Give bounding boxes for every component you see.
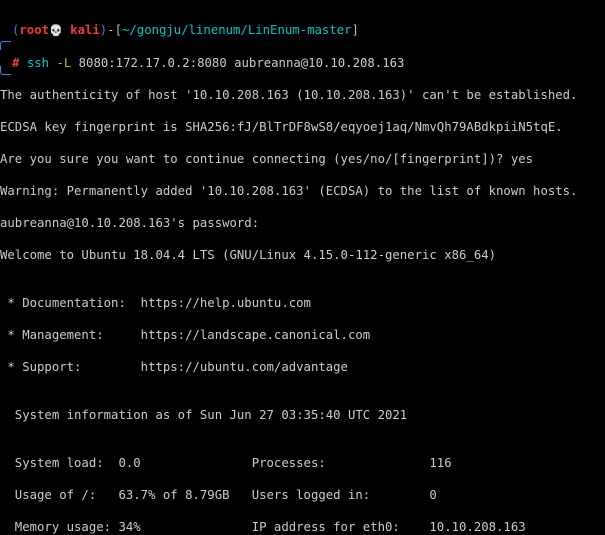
command-line-1: # ssh -L 8080:172.17.0.2:8080 aubreanna@… xyxy=(0,55,605,71)
prompt-line-1: (root💀 kali)-[~/gongju/linenum/LinEnum-m… xyxy=(0,22,605,39)
output-line: * Support: https://ubuntu.com/advantage xyxy=(0,359,605,375)
cmd-ssh: ssh xyxy=(27,56,49,70)
prompt-hash: # xyxy=(12,56,19,70)
prompt-host: kali xyxy=(70,23,100,37)
output-line: The authenticity of host '10.10.208.163 … xyxy=(0,87,605,103)
prompt-dash: -[ xyxy=(107,23,122,37)
terminal[interactable]: (root💀 kali)-[~/gongju/linenum/LinEnum-m… xyxy=(0,0,605,535)
cmd-flag: -L xyxy=(56,56,71,70)
output-line: Memory usage: 34% IP address for eth0: 1… xyxy=(0,519,605,535)
output-line: System load: 0.0 Processes: 116 xyxy=(0,455,605,471)
output-line: Welcome to Ubuntu 18.04.4 LTS (GNU/Linux… xyxy=(0,247,605,263)
cmd-args: 8080:172.17.0.2:8080 aubreanna@10.10.208… xyxy=(79,56,405,70)
output-line: * Documentation: https://help.ubuntu.com xyxy=(0,295,605,311)
skull-icon: 💀 xyxy=(49,24,63,37)
prompt-user: root xyxy=(19,23,49,37)
output-line: Warning: Permanently added '10.10.208.16… xyxy=(0,183,605,199)
output-line: aubreanna@10.10.208.163's password: xyxy=(0,215,605,231)
output-line: Are you sure you want to continue connec… xyxy=(0,151,605,167)
output-line: * Management: https://landscape.canonica… xyxy=(0,327,605,343)
prompt-end: ] xyxy=(352,23,359,37)
output-line: Usage of /: 63.7% of 8.79GB Users logged… xyxy=(0,487,605,503)
output-line: ECDSA key fingerprint is SHA256:fJ/BlTrD… xyxy=(0,119,605,135)
prompt-path: ~/gongju/linenum/LinEnum-master xyxy=(122,23,352,37)
output-line: System information as of Sun Jun 27 03:3… xyxy=(0,407,605,423)
